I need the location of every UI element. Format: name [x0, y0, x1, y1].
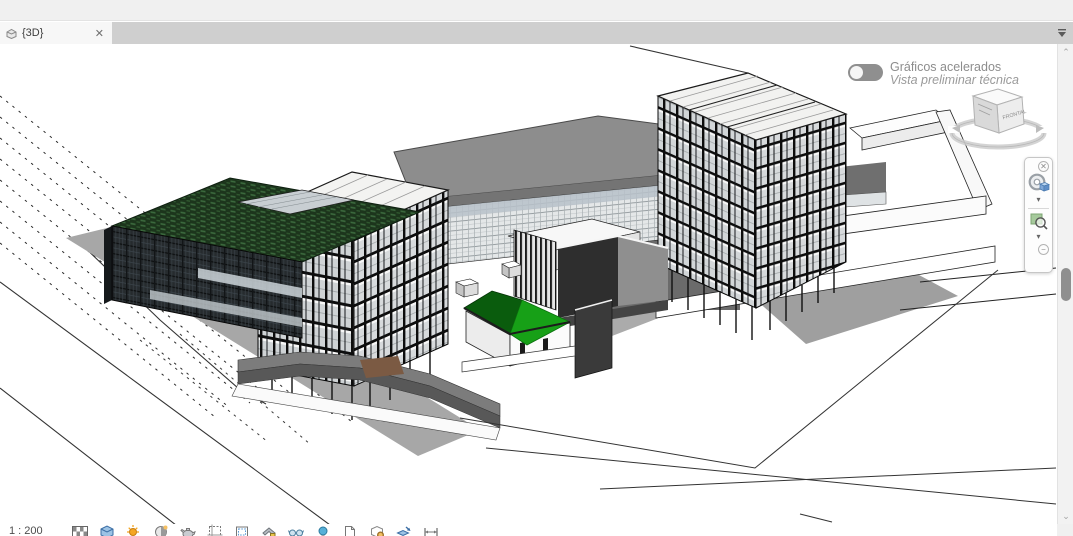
- scrollbar-corner: [1057, 524, 1073, 536]
- scrollbar-thumb[interactable]: [1061, 268, 1071, 301]
- vertical-scrollbar[interactable]: ⌃ ⌄: [1057, 44, 1073, 524]
- teapot-icon[interactable]: [180, 524, 196, 536]
- blue-box-icon[interactable]: [99, 524, 115, 536]
- page-icon[interactable]: [342, 524, 358, 536]
- close-icon[interactable]: ✕: [1038, 161, 1049, 172]
- tab-3d-view[interactable]: {3D} ✕: [0, 22, 112, 44]
- viewcube[interactable]: FRONTAL: [946, 84, 1050, 156]
- scroll-down-icon[interactable]: ⌄: [1058, 508, 1073, 524]
- lightbulb-icon[interactable]: [315, 524, 331, 536]
- shadow-circle-icon[interactable]: [153, 524, 169, 536]
- roof-lock-icon[interactable]: [261, 524, 277, 536]
- sun-icon[interactable]: [126, 524, 142, 536]
- crop-icon[interactable]: [207, 524, 223, 536]
- tab-list-chevron-icon[interactable]: [1054, 25, 1070, 41]
- 3d-view-icon: [6, 28, 17, 39]
- view-tab-bar: {3D} ✕: [0, 22, 1073, 44]
- glasses-icon[interactable]: [288, 524, 304, 536]
- displacement-icon[interactable]: [396, 524, 412, 536]
- scale-button[interactable]: 1 : 200: [9, 525, 56, 536]
- accelerated-graphics-toggle[interactable]: [848, 64, 883, 81]
- model-scene: [0, 44, 1057, 524]
- close-tab-icon[interactable]: ✕: [93, 27, 106, 40]
- tab-label: {3D}: [22, 27, 88, 39]
- zoom-region-icon[interactable]: [1029, 211, 1049, 231]
- scroll-up-icon[interactable]: ⌃: [1058, 44, 1073, 60]
- title-strip: [0, 0, 1073, 21]
- navigation-bar: ✕ ▾ ▾ −: [1024, 157, 1053, 273]
- minus-icon[interactable]: −: [1038, 244, 1049, 255]
- app-window: {3D} ✕: [0, 0, 1073, 536]
- chevron-down-icon[interactable]: ▾: [1036, 233, 1040, 241]
- chevron-down-icon[interactable]: ▾: [1036, 196, 1040, 204]
- toggle-knob: [850, 66, 863, 79]
- 3d-model-viewport[interactable]: Gráficos acelerados Vista preliminar téc…: [0, 44, 1057, 524]
- analytical-box-icon[interactable]: [369, 524, 385, 536]
- divider: [1028, 208, 1049, 209]
- crop-region-icon[interactable]: [234, 524, 250, 536]
- view-control-bar: 1 : 200: [0, 524, 1057, 536]
- steering-wheel-icon[interactable]: [1027, 173, 1050, 194]
- checkerboard-icon[interactable]: [72, 524, 88, 536]
- constraints-icon[interactable]: [423, 524, 439, 536]
